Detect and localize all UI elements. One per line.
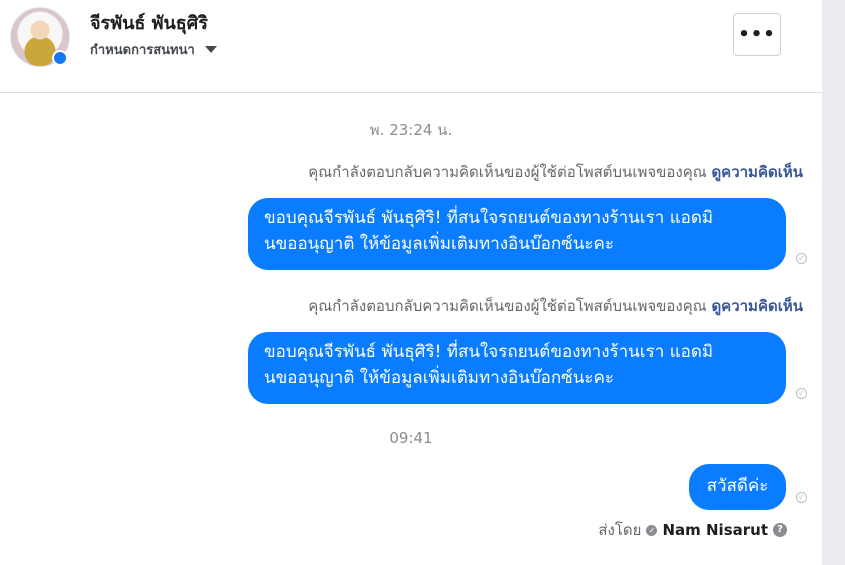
view-comment-link[interactable]: ดูความคิดเห็น xyxy=(711,297,803,315)
more-icon: ••• xyxy=(738,24,776,45)
seen-check-icon: ✓ xyxy=(796,388,807,399)
message-text: สวัสดีค่ะ xyxy=(706,476,769,496)
reply-notice-text: คุณกำลังตอบกลับความคิดเห็นของผู้ใช้ต่อโพ… xyxy=(308,163,707,181)
reply-notice-text: คุณกำลังตอบกลับความคิดเห็นของผู้ใช้ต่อโพ… xyxy=(308,297,707,315)
messenger-badge-icon xyxy=(52,50,68,66)
message-bubble[interactable]: ขอบคุณจีรพันธ์ พันธุศิริ! ที่สนใจรถยนต์ข… xyxy=(248,332,786,404)
seen-check-icon: ✓ xyxy=(796,492,807,503)
message-line: นขออนุญาติ ให้ข้อมูลเพิ่มเติมทางอินบ๊อกซ… xyxy=(264,368,614,388)
timestamp: พ. 23:24 น. xyxy=(369,121,453,139)
more-button[interactable]: ••• xyxy=(733,13,781,56)
assign-conversation-dropdown[interactable]: กำหนดการสนทนา xyxy=(90,39,217,60)
reply-notice: คุณกำลังตอบกลับความคิดเห็นของผู้ใช้ต่อโพ… xyxy=(0,294,803,318)
message-bubble[interactable]: ขอบคุณจีรพันธ์ พันธุศิริ! ที่สนใจรถยนต์ข… xyxy=(248,198,786,270)
verified-icon: ✓ xyxy=(646,524,658,536)
conversation-header: จีรพันธ์ พันธุศิริ กำหนดการสนทนา ••• xyxy=(0,0,822,93)
message-line: ขอบคุณจีรพันธ์ พันธุศิริ! ที่สนใจรถยนต์ข… xyxy=(264,208,714,228)
message-line: ขอบคุณจีรพันธ์ พันธุศิริ! ที่สนใจรถยนต์ข… xyxy=(264,342,714,362)
help-icon[interactable]: ? xyxy=(773,523,787,537)
assign-label: กำหนดการสนทนา xyxy=(90,43,195,58)
sent-by-label: ส่งโดย xyxy=(598,521,642,539)
view-comment-link[interactable]: ดูความคิดเห็น xyxy=(711,163,803,181)
reply-notice: คุณกำลังตอบกลับความคิดเห็นของผู้ใช้ต่อโพ… xyxy=(0,160,803,184)
contact-name[interactable]: จีรพันธ์ พันธุศิริ xyxy=(90,8,208,37)
sender-name: Nam Nisarut xyxy=(662,521,768,539)
message-bubble[interactable]: สวัสดีค่ะ xyxy=(689,464,786,510)
seen-check-icon: ✓ xyxy=(796,253,807,264)
caret-down-icon xyxy=(204,46,217,53)
scrollbar[interactable] xyxy=(822,0,845,565)
timestamp: 09:41 xyxy=(389,429,433,447)
message-line: นขออนุญาติ ให้ข้อมูลเพิ่มเติมทางอินบ๊อกซ… xyxy=(264,234,614,254)
sent-by: ส่งโดย ✓ Nam Nisarut ? xyxy=(598,518,787,542)
